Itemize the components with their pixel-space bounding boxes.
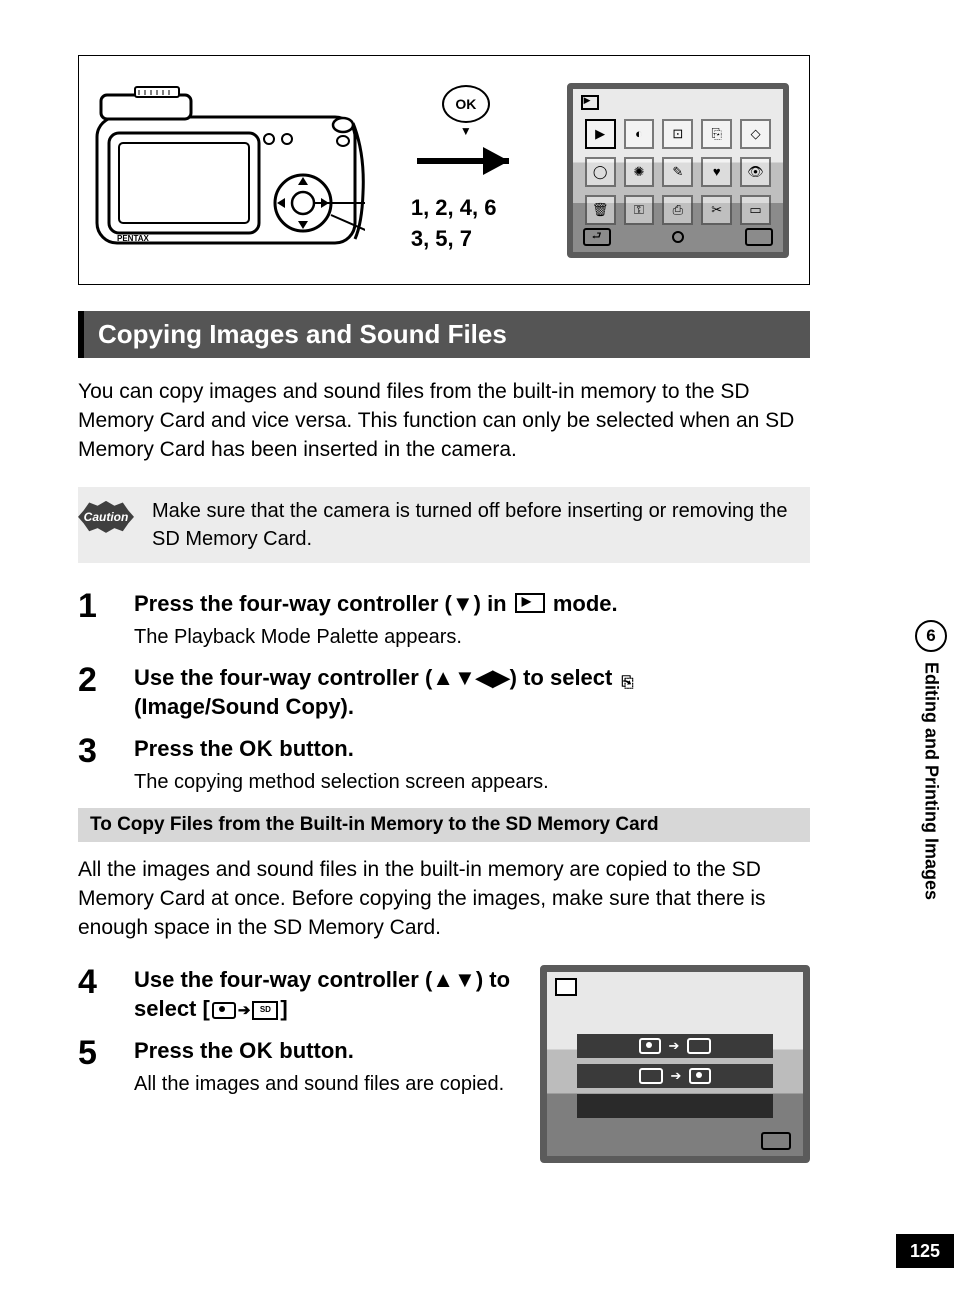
chapter-tab: 6 Editing and Printing Images <box>908 620 954 1040</box>
intro-paragraph: You can copy images and sound files from… <box>78 378 810 465</box>
playback-mode-icon <box>515 593 545 613</box>
caution-text: Make sure that the camera is turned off … <box>152 497 796 553</box>
step-1-sub: The Playback Mode Palette appears. <box>134 623 810 651</box>
step-number: 4 <box>78 965 134 999</box>
steps-group-a: 1 Press the four-way controller (▼) in m… <box>78 589 810 796</box>
ok-badge: OK <box>442 85 490 123</box>
menu-row-internal-to-sd: ➔ <box>577 1034 773 1058</box>
step-2-title: Use the four-way controller (▲▼◀▶) to se… <box>134 663 810 722</box>
step-number: 3 <box>78 734 134 768</box>
record-icon <box>672 231 684 243</box>
step-3-title: Press the OK button. <box>134 734 810 764</box>
down-arrow-icon: ▼ <box>460 125 472 137</box>
lcd-palette-preview: ▶◐⊡⎘◇ ◯✺✎♥👁 🗑⚿⎙✂▭ ⮐ <box>567 83 789 258</box>
section-title: Copying Images and Sound Files <box>78 311 810 358</box>
camera-brand-text: PENTAX <box>117 234 150 243</box>
chapter-number: 6 <box>915 620 947 652</box>
step-1-title: Press the four-way controller (▼) in mod… <box>134 589 810 619</box>
side-margin: 6 Editing and Printing Images 125 <box>896 0 954 1314</box>
subsection-paragraph: All the images and sound files in the bu… <box>78 856 810 943</box>
step-4-title: Use the four-way controller (▲▼) to sele… <box>134 965 522 1024</box>
step-5-title: Press the OK button. <box>134 1036 522 1066</box>
chapter-title: Editing and Printing Images <box>921 662 942 900</box>
step-3-sub: The copying method selection screen appe… <box>134 768 810 796</box>
ok-box-icon <box>761 1132 791 1150</box>
menu-row-cancel <box>577 1094 773 1118</box>
palette-grid: ▶◐⊡⎘◇ ◯✺✎♥👁 🗑⚿⎙✂▭ <box>585 119 771 225</box>
image-sound-copy-icon: ⎘ <box>621 675 633 690</box>
caution-block: Caution Make sure that the camera is tur… <box>78 487 810 563</box>
label-line-1: 1, 2, 4, 6 <box>411 193 521 224</box>
back-icon: ⮐ <box>583 228 611 246</box>
step-number: 5 <box>78 1036 134 1070</box>
ok-box-icon <box>745 228 773 246</box>
copy-menu-icon <box>555 978 577 996</box>
diagram-box: PENTAX OK ▼ 1, 2, 4, 6 3, 5, 7 ▶◐⊡⎘◇ ◯✺✎… <box>78 55 810 285</box>
lcd-copy-menu-preview: ➔ ➔ <box>540 965 810 1163</box>
step-number: 1 <box>78 589 134 623</box>
caution-icon: Caution <box>78 501 134 533</box>
menu-row-sd-to-internal: ➔ <box>577 1064 773 1088</box>
subsection-heading: To Copy Files from the Built-in Memory t… <box>78 808 810 842</box>
right-arrow-icon <box>483 147 509 175</box>
button-reference-labels: 1, 2, 4, 6 3, 5, 7 <box>411 193 521 255</box>
playback-indicator-icon <box>581 95 599 110</box>
camera-illustration: PENTAX <box>95 85 365 255</box>
ok-arrow-column: OK ▼ 1, 2, 4, 6 3, 5, 7 <box>379 85 553 255</box>
internal-to-sd-icon: ➔SD <box>212 1001 279 1021</box>
step-5-sub: All the images and sound files are copie… <box>134 1070 522 1098</box>
page-number: 125 <box>896 1234 954 1268</box>
step-number: 2 <box>78 663 134 697</box>
label-line-2: 3, 5, 7 <box>411 224 521 255</box>
